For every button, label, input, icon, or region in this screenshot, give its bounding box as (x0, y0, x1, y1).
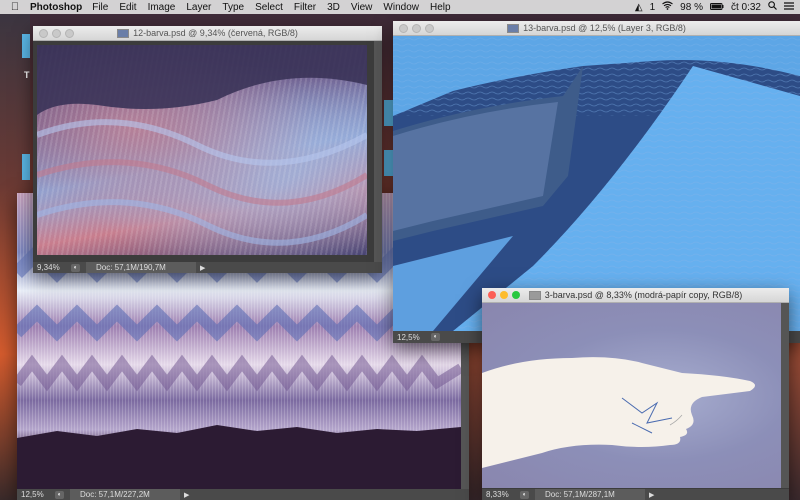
window-controls (488, 291, 520, 299)
zoom-level[interactable]: 9,34% (33, 263, 71, 272)
close-button[interactable] (399, 24, 408, 33)
desktop-item-label: T (24, 70, 30, 80)
status-options-icon[interactable]: ◐ (55, 490, 64, 499)
document-canvas[interactable] (482, 303, 781, 488)
document-canvas[interactable] (393, 36, 800, 331)
menu-filter[interactable]: Filter (294, 2, 316, 13)
status-options-icon[interactable]: ◐ (431, 333, 440, 341)
wifi-icon[interactable] (662, 1, 674, 13)
menu-view[interactable]: View (351, 2, 373, 13)
document-icon (507, 23, 520, 33)
status-menu-arrow-icon[interactable]: ▶ (200, 264, 205, 272)
status-bar: 9,34% ◐ Doc: 57,1M/190,7M ▶ (33, 262, 382, 273)
notification-center-icon[interactable] (784, 1, 794, 13)
status-menus: ◭ 1 98 % čt 0:32 (635, 0, 794, 14)
zoom-level[interactable]: 8,33% (482, 490, 520, 499)
desktop-item[interactable] (22, 154, 30, 180)
spotlight-search-icon[interactable] (768, 1, 777, 13)
window-controls (399, 24, 434, 33)
desktop-item[interactable] (22, 34, 30, 58)
vertical-scrollbar[interactable] (374, 41, 382, 262)
battery-icon[interactable] (709, 2, 724, 13)
menu-window[interactable]: Window (383, 2, 419, 13)
window-title: 3-barva.psd @ 8,33% (modrá-papír copy, R… (544, 290, 743, 300)
status-bar: 12,5% ◐ Doc: 57,1M/227,2M ▶ (17, 489, 469, 500)
zoom-level[interactable]: 12,5% (17, 490, 55, 499)
zoom-button[interactable] (65, 29, 74, 38)
window-title: 13-barva.psd @ 12,5% (Layer 3, RGB/8) (523, 23, 686, 33)
window-titlebar[interactable]: 12-barva.psd @ 9,34% (červená, RGB/8) (33, 26, 382, 41)
doc-size: Doc: 57,1M/190,7M (86, 262, 196, 273)
status-bar: 8,33% ◐ Doc: 57,1M/287,1M ▶ (482, 489, 789, 500)
doc-size: Doc: 57,1M/227,2M (70, 489, 180, 500)
notification-count[interactable]: 1 (650, 2, 656, 13)
adobe-cc-icon[interactable]: ◭ (635, 2, 643, 13)
status-options-icon[interactable]: ◐ (520, 490, 529, 499)
document-window-3-barva[interactable]: 3-barva.psd @ 8,33% (modrá-papír copy, R… (482, 288, 789, 500)
menu-file[interactable]: File (92, 2, 108, 13)
menu-help[interactable]: Help (430, 2, 451, 13)
document-canvas[interactable] (37, 45, 367, 255)
menu-3d[interactable]: 3D (327, 2, 340, 13)
document-icon (528, 290, 541, 300)
app-menu[interactable]: Photoshop (30, 2, 82, 13)
clock[interactable]: čt 0:32 (731, 2, 761, 13)
document-window-12-barva[interactable]: 12-barva.psd @ 9,34% (červená, RGB/8) 9,… (33, 26, 382, 273)
battery-percent[interactable]: 98 % (680, 2, 703, 13)
window-titlebar[interactable]: 3-barva.psd @ 8,33% (modrá-papír copy, R… (482, 288, 789, 303)
status-options-icon[interactable]: ◐ (71, 263, 80, 272)
status-menu-arrow-icon[interactable]: ▶ (184, 491, 189, 499)
menu-layer[interactable]: Layer (186, 2, 211, 13)
close-button[interactable] (39, 29, 48, 38)
zoom-button[interactable] (512, 291, 520, 299)
zoom-button[interactable] (425, 24, 434, 33)
status-menu-arrow-icon[interactable]: ▶ (649, 491, 654, 499)
menubar:  Photoshop File Edit Image Layer Type S… (0, 0, 800, 14)
minimize-button[interactable] (500, 291, 508, 299)
minimize-button[interactable] (412, 24, 421, 33)
menu-edit[interactable]: Edit (119, 2, 136, 13)
menu-image[interactable]: Image (148, 2, 176, 13)
window-title: 12-barva.psd @ 9,34% (červená, RGB/8) (133, 28, 298, 38)
close-button[interactable] (488, 291, 496, 299)
doc-size: Doc: 57,1M/287,1M (535, 489, 645, 500)
vertical-scrollbar[interactable] (781, 303, 789, 488)
document-icon (117, 28, 130, 38)
minimize-button[interactable] (52, 29, 61, 38)
menu-type[interactable]: Type (222, 2, 244, 13)
window-titlebar[interactable]: 13-barva.psd @ 12,5% (Layer 3, RGB/8) (393, 21, 800, 36)
menu-select[interactable]: Select (255, 2, 283, 13)
canvas-area[interactable] (33, 41, 382, 262)
zoom-level[interactable]: 12,5% (393, 333, 431, 342)
apple-menu-icon[interactable]:  (0, 1, 30, 13)
window-controls (39, 29, 74, 38)
